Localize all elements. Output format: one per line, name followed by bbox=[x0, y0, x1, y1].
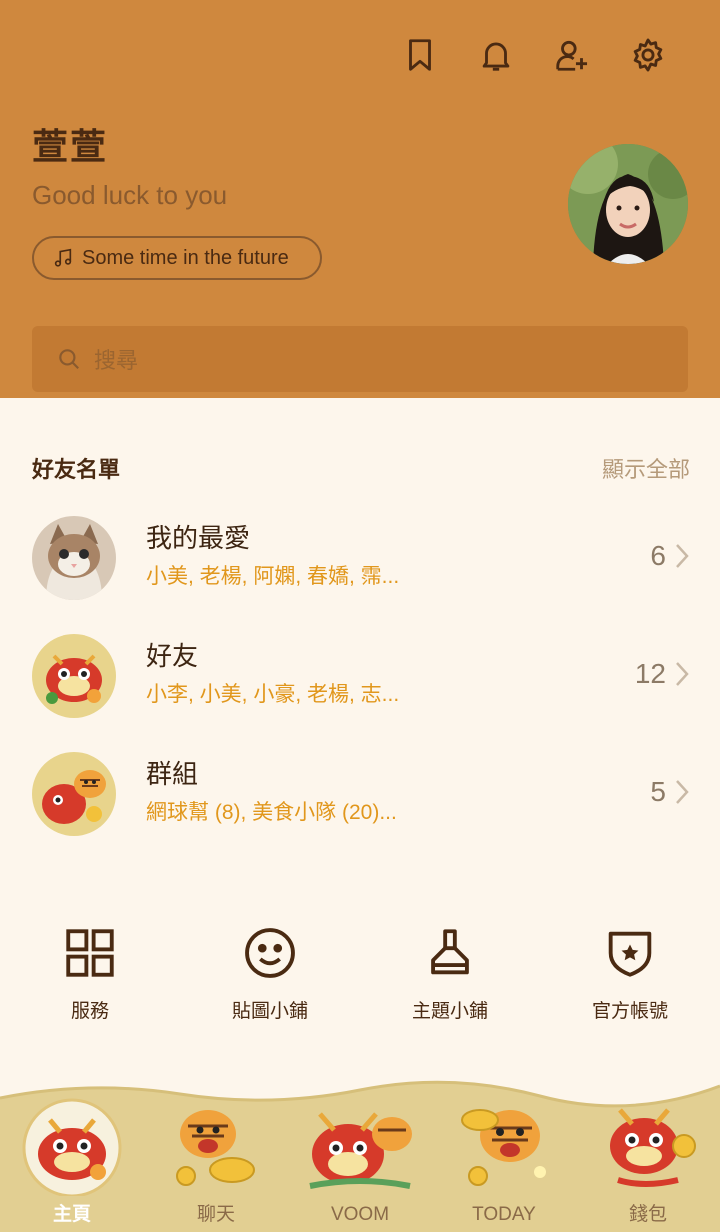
sticker-shop-shortcut[interactable]: 貼圖小鋪 bbox=[180, 924, 360, 1023]
group-members: 網球幫 (8), 美食小隊 (20)... bbox=[146, 801, 397, 824]
group-count: 6 bbox=[650, 540, 666, 571]
official-accounts-shortcut[interactable]: 官方帳號 bbox=[540, 924, 720, 1023]
group-name: 好友 bbox=[146, 641, 199, 671]
tab-label: 聊天 bbox=[196, 1204, 235, 1225]
shortcut-label: 官方帳號 bbox=[591, 1001, 668, 1022]
tab-home[interactable]: 主頁 bbox=[0, 1096, 144, 1232]
music-note-icon bbox=[54, 248, 72, 267]
theme-shop-shortcut[interactable]: 主題小鋪 bbox=[360, 924, 540, 1023]
chevron-right-icon bbox=[676, 780, 689, 804]
add-friend-icon bbox=[556, 40, 588, 71]
friend-group-groups[interactable]: 群組 網球幫 (8), 美食小隊 (20)... 5 bbox=[0, 752, 720, 852]
group-count: 12 bbox=[634, 658, 666, 689]
tab-label: VOOM bbox=[330, 1204, 390, 1225]
show-all-link[interactable]: 顯示全部 bbox=[602, 452, 690, 484]
tab-label: 錢包 bbox=[628, 1204, 667, 1225]
shortcut-label: 服務 bbox=[70, 1001, 109, 1022]
tab-label: 主頁 bbox=[52, 1204, 91, 1225]
profile-music-button[interactable]: Some time in the future bbox=[32, 236, 322, 280]
shortcut-label: 主題小鋪 bbox=[411, 1001, 488, 1022]
group-count: 5 bbox=[650, 776, 666, 807]
today-tiger-icon bbox=[461, 1109, 546, 1186]
search-placeholder: 搜尋 bbox=[94, 348, 139, 373]
settings-button[interactable] bbox=[610, 32, 686, 78]
wallet-dragon-icon bbox=[610, 1108, 696, 1187]
chat-tiger-icon bbox=[176, 1110, 255, 1186]
chevron-right-icon bbox=[676, 544, 689, 568]
friend-group-favorites[interactable]: 我的最愛 小美, 老楊, 阿嫻, 春嬌, 霈... 6 bbox=[0, 516, 720, 616]
settings-icon bbox=[633, 38, 663, 72]
group-avatar-cat bbox=[32, 516, 116, 600]
brush-icon bbox=[431, 929, 469, 975]
friends-section-title: 好友名單 bbox=[32, 457, 121, 482]
group-avatar-tiger-dragon bbox=[32, 752, 116, 836]
header-toolbar bbox=[382, 32, 686, 78]
group-members: 小美, 老楊, 阿嫻, 春嬌, 霈... bbox=[146, 565, 400, 588]
search-icon bbox=[59, 349, 79, 369]
group-name: 群組 bbox=[146, 759, 199, 789]
group-avatar-dragon bbox=[32, 634, 116, 718]
bell-icon bbox=[482, 42, 510, 71]
tab-chats[interactable]: 聊天 bbox=[144, 1096, 288, 1232]
bookmark-button[interactable] bbox=[382, 32, 458, 78]
bottom-navigation: 主頁 聊天 VOOM TODAY 錢包 bbox=[0, 1080, 720, 1232]
profile-header: 萱萱 Good luck to you Some time in the fut… bbox=[0, 0, 720, 398]
tab-voom[interactable]: VOOM bbox=[288, 1096, 432, 1232]
shortcut-bar: 服務 貼圖小鋪 主題小鋪 官方帳號 bbox=[0, 924, 720, 1034]
profile-name[interactable]: 萱萱 bbox=[32, 118, 108, 170]
avatar-photo bbox=[568, 144, 688, 264]
tab-label: TODAY bbox=[472, 1204, 536, 1225]
home-dragon-icon bbox=[22, 1098, 122, 1196]
grid-icon bbox=[66, 929, 114, 977]
friend-group-friends[interactable]: 好友 小李, 小美, 小豪, 老楊, 志... 12 bbox=[0, 634, 720, 734]
services-shortcut[interactable]: 服務 bbox=[0, 924, 180, 1023]
tab-wallet[interactable]: 錢包 bbox=[576, 1096, 720, 1232]
shortcut-label: 貼圖小鋪 bbox=[231, 1001, 308, 1022]
shield-star-icon bbox=[608, 931, 652, 977]
group-members: 小李, 小美, 小豪, 老楊, 志... bbox=[146, 683, 400, 706]
add-friend-button[interactable] bbox=[534, 32, 610, 78]
bookmark-icon bbox=[409, 39, 431, 71]
notifications-button[interactable] bbox=[458, 32, 534, 78]
profile-music-label: Some time in the future bbox=[82, 246, 289, 269]
search-input[interactable]: 搜尋 bbox=[32, 326, 688, 392]
smiley-icon bbox=[245, 928, 295, 978]
profile-avatar[interactable] bbox=[568, 144, 688, 264]
profile-status-message[interactable]: Good luck to you bbox=[32, 180, 227, 211]
voom-dragon-tiger-icon bbox=[309, 1112, 412, 1189]
tab-today[interactable]: TODAY bbox=[432, 1096, 576, 1232]
group-name: 我的最愛 bbox=[146, 523, 251, 553]
chevron-right-icon bbox=[676, 662, 689, 686]
